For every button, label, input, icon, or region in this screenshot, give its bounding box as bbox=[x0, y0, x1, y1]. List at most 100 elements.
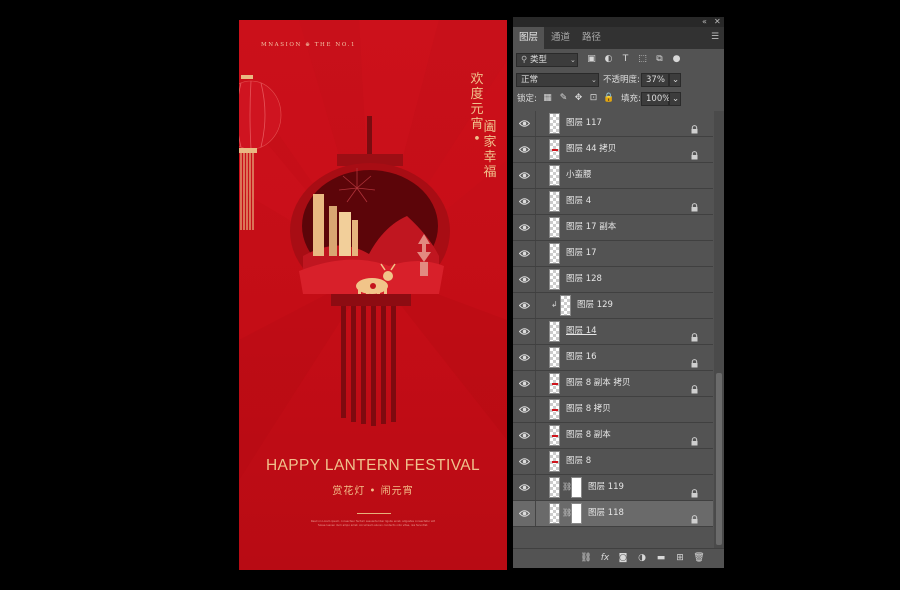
filter-pixel-icon[interactable]: ▣ bbox=[586, 54, 597, 65]
layer-thumbnail[interactable] bbox=[549, 165, 560, 186]
layer-name[interactable]: 图层 16 bbox=[566, 345, 597, 370]
eye-icon[interactable] bbox=[519, 378, 530, 389]
layer-thumbnail[interactable] bbox=[549, 113, 560, 134]
layer-row[interactable]: 图层 16 bbox=[513, 345, 713, 371]
layer-mask-thumbnail[interactable] bbox=[571, 503, 582, 524]
filter-type-icon[interactable]: T bbox=[620, 54, 631, 65]
eye-icon[interactable] bbox=[519, 222, 530, 233]
tab-layers[interactable]: 图层 bbox=[513, 27, 545, 49]
lock-position-icon[interactable]: ✥ bbox=[573, 93, 584, 104]
tab-channels[interactable]: 通道 bbox=[545, 27, 576, 49]
trash-icon[interactable]: 🗑 bbox=[693, 552, 705, 564]
layer-mask-thumbnail[interactable] bbox=[571, 477, 582, 498]
close-icon[interactable]: ✕ bbox=[714, 17, 721, 27]
layer-row[interactable]: ⛓ 图层 118 bbox=[513, 501, 713, 527]
eye-icon[interactable] bbox=[519, 482, 530, 493]
layer-row[interactable]: 图层 8 副本 bbox=[513, 423, 713, 449]
filter-smart-object-icon[interactable]: ⧉ bbox=[654, 54, 665, 65]
filter-toggle-icon[interactable]: ● bbox=[671, 54, 682, 65]
adjustment-layer-icon[interactable]: ◑ bbox=[636, 552, 648, 564]
eye-icon[interactable] bbox=[519, 274, 530, 285]
eye-icon[interactable] bbox=[519, 404, 530, 415]
lock-all-icon[interactable]: 🔒 bbox=[603, 93, 614, 104]
collapse-icon[interactable]: « bbox=[702, 17, 707, 27]
layer-row[interactable]: 图层 44 拷贝 bbox=[513, 137, 713, 163]
lock-transparent-icon[interactable]: ▦ bbox=[542, 93, 553, 104]
eye-icon[interactable] bbox=[519, 300, 530, 311]
panel-title-strip: « ✕ bbox=[513, 17, 724, 27]
filter-kind-select[interactable]: ⚲ 类型 ⌄ bbox=[516, 53, 578, 67]
layer-row[interactable]: 图层 17 副本 bbox=[513, 215, 713, 241]
layer-row[interactable]: 图层 4 bbox=[513, 189, 713, 215]
new-layer-icon[interactable]: ⊞ bbox=[674, 552, 686, 564]
eye-icon[interactable] bbox=[519, 196, 530, 207]
layer-name[interactable]: 图层 4 bbox=[566, 189, 591, 214]
eye-icon[interactable] bbox=[519, 456, 530, 467]
layer-name[interactable]: 图层 14 bbox=[566, 319, 597, 344]
layer-row[interactable]: 图层 117 bbox=[513, 111, 713, 137]
layer-name[interactable]: 图层 119 bbox=[588, 475, 624, 500]
layer-thumbnail[interactable] bbox=[549, 425, 560, 446]
layer-name[interactable]: 图层 129 bbox=[577, 293, 613, 318]
lock-artboard-icon[interactable]: ⊡ bbox=[588, 93, 599, 104]
fill-dropdown[interactable]: ⌄ bbox=[669, 92, 681, 106]
panel-menu-icon[interactable]: ☰ bbox=[711, 33, 719, 42]
layer-thumbnail[interactable] bbox=[549, 373, 560, 394]
layer-name[interactable]: 图层 8 副本 拷贝 bbox=[566, 371, 631, 396]
layer-thumbnail[interactable] bbox=[549, 269, 560, 290]
layer-name[interactable]: 图层 44 拷贝 bbox=[566, 137, 616, 162]
layer-thumbnail[interactable] bbox=[549, 477, 560, 498]
layer-thumbnail[interactable] bbox=[549, 243, 560, 264]
layer-scrollbar[interactable] bbox=[714, 111, 724, 548]
layer-thumbnail[interactable] bbox=[549, 191, 560, 212]
layer-name[interactable]: 图层 8 副本 bbox=[566, 423, 611, 448]
layer-name[interactable]: 图层 17 bbox=[566, 241, 597, 266]
layer-name[interactable]: 图层 128 bbox=[566, 267, 602, 292]
lock-pixels-icon[interactable]: ✎ bbox=[558, 93, 569, 104]
opacity-dropdown[interactable]: ⌄ bbox=[669, 73, 681, 87]
add-mask-icon[interactable]: ◙ bbox=[617, 552, 629, 564]
layer-row[interactable]: 图层 8 bbox=[513, 449, 713, 475]
layer-name[interactable]: 图层 8 拷贝 bbox=[566, 397, 611, 422]
filter-shape-icon[interactable]: ⬚ bbox=[637, 54, 648, 65]
layer-thumbnail[interactable] bbox=[549, 139, 560, 160]
new-group-icon[interactable]: ▬ bbox=[655, 552, 667, 564]
eye-icon[interactable] bbox=[519, 248, 530, 259]
eye-icon[interactable] bbox=[519, 430, 530, 441]
layer-name[interactable]: 图层 8 bbox=[566, 449, 591, 474]
layer-row[interactable]: ⛓ 图层 119 bbox=[513, 475, 713, 501]
layer-thumbnail[interactable] bbox=[549, 321, 560, 342]
lock-icon bbox=[690, 197, 699, 212]
fill-input[interactable]: 100% bbox=[641, 92, 670, 106]
layer-name[interactable]: 图层 17 副本 bbox=[566, 215, 616, 240]
layer-row[interactable]: ↲ 图层 129 bbox=[513, 293, 713, 319]
layer-name[interactable]: 小蛮腰 bbox=[566, 163, 592, 188]
link-layers-icon[interactable]: ⛓ bbox=[580, 552, 592, 564]
layer-row[interactable]: 图层 8 拷贝 bbox=[513, 397, 713, 423]
eye-icon[interactable] bbox=[519, 352, 530, 363]
scrollbar-thumb[interactable] bbox=[716, 373, 722, 545]
layer-thumbnail[interactable] bbox=[549, 503, 560, 524]
layer-row[interactable]: 图层 8 副本 拷贝 bbox=[513, 371, 713, 397]
layer-thumbnail[interactable] bbox=[549, 451, 560, 472]
layer-name[interactable]: 图层 118 bbox=[588, 501, 624, 526]
blend-mode-select[interactable]: 正常 ⌄ bbox=[516, 73, 599, 87]
eye-icon[interactable] bbox=[519, 508, 530, 519]
layer-row[interactable]: 图层 14 bbox=[513, 319, 713, 345]
opacity-input[interactable]: 37% bbox=[641, 73, 669, 87]
eye-icon[interactable] bbox=[519, 118, 530, 129]
tab-paths[interactable]: 路径 bbox=[576, 27, 607, 49]
filter-adjustment-icon[interactable]: ◐ bbox=[603, 54, 614, 65]
eye-icon[interactable] bbox=[519, 170, 530, 181]
eye-icon[interactable] bbox=[519, 144, 530, 155]
layer-thumbnail[interactable] bbox=[560, 295, 571, 316]
layer-row[interactable]: 小蛮腰 bbox=[513, 163, 713, 189]
eye-icon[interactable] bbox=[519, 326, 530, 337]
layer-thumbnail[interactable] bbox=[549, 217, 560, 238]
layer-row[interactable]: 图层 128 bbox=[513, 267, 713, 293]
layer-thumbnail[interactable] bbox=[549, 399, 560, 420]
layer-thumbnail[interactable] bbox=[549, 347, 560, 368]
fx-icon[interactable]: fx bbox=[599, 552, 611, 564]
layer-name[interactable]: 图层 117 bbox=[566, 111, 602, 136]
layer-row[interactable]: 图层 17 bbox=[513, 241, 713, 267]
